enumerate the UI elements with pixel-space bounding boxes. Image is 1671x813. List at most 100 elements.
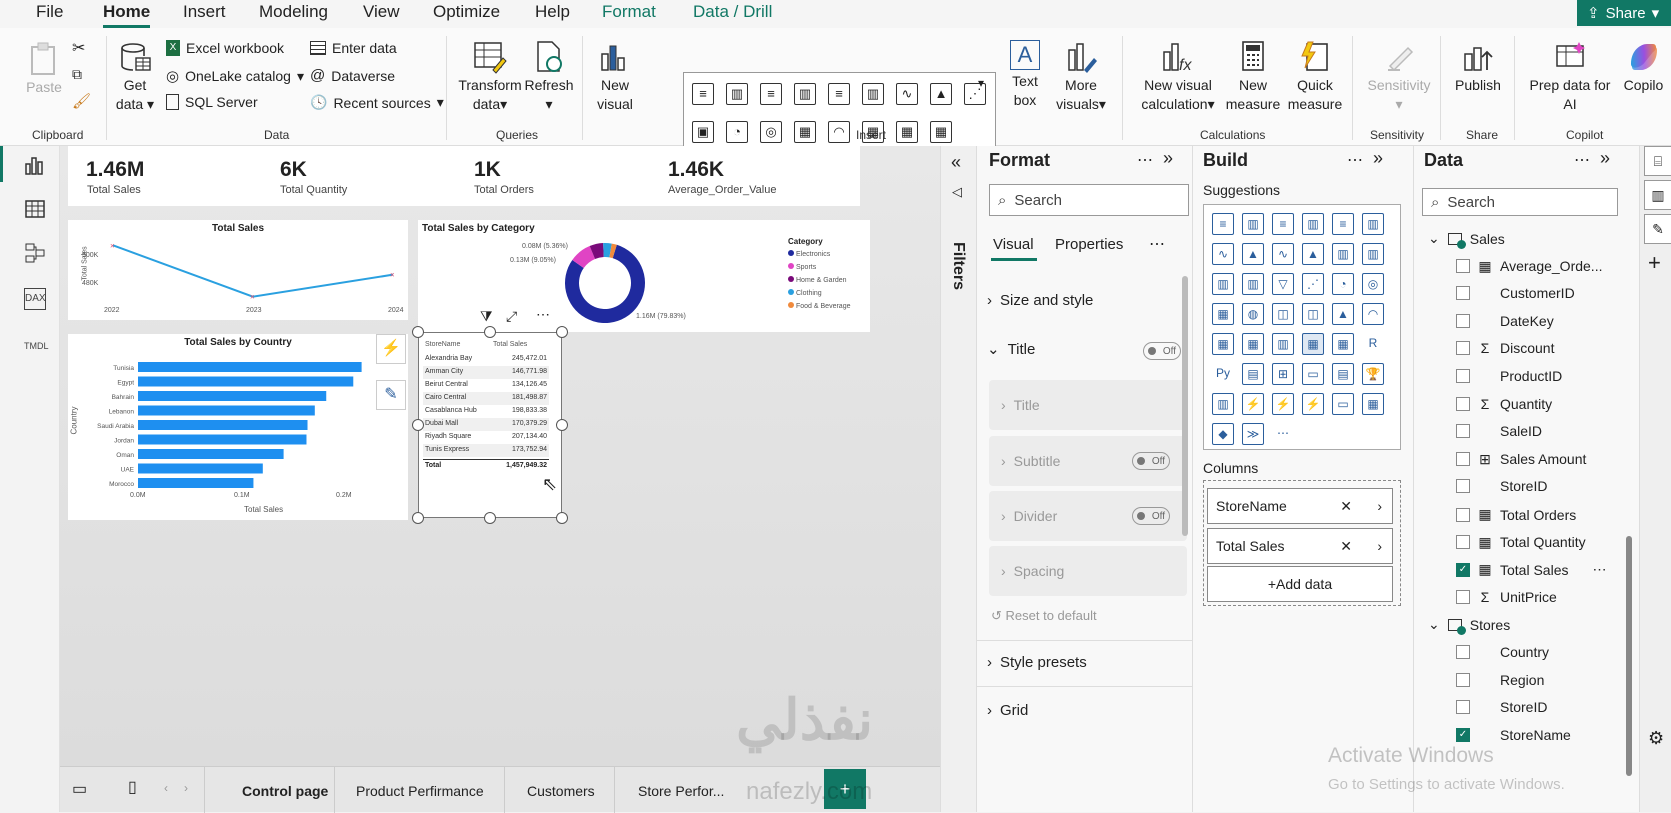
resize-handle[interactable]: [556, 419, 568, 431]
suggested-visual-icon[interactable]: ▥: [1362, 243, 1384, 265]
suggested-visual-icon[interactable]: ▥: [1212, 393, 1234, 415]
filter-icon[interactable]: ⧩: [480, 308, 493, 325]
table-row[interactable]: Cairo Central 181,498.87: [423, 392, 549, 405]
suggested-visual-icon[interactable]: ◔: [1332, 273, 1354, 295]
suggested-visual-icon[interactable]: ▦: [1212, 303, 1234, 325]
suggested-visual-icon[interactable]: ⋰: [1302, 273, 1324, 295]
legend-item[interactable]: Home & Garden: [788, 276, 850, 284]
bar[interactable]: [138, 391, 327, 401]
suggested-visual-icon[interactable]: ∿: [1212, 243, 1234, 265]
data-pane-icon[interactable]: ⌸: [1644, 146, 1671, 176]
quick-measure-button[interactable]: Quick measure: [1286, 40, 1344, 114]
visual-type-icon[interactable]: ▲: [930, 83, 952, 105]
data-table-sales[interactable]: ⌄ Sales: [1428, 230, 1505, 249]
tab-view[interactable]: View: [363, 2, 400, 22]
field-checkbox[interactable]: [1456, 589, 1470, 604]
resize-handle[interactable]: [412, 326, 424, 338]
bar[interactable]: [138, 420, 308, 430]
paste-button[interactable]: Paste: [24, 42, 64, 97]
suggested-visual-icon[interactable]: ≡: [1332, 213, 1354, 235]
tab-insert[interactable]: Insert: [183, 2, 226, 22]
more-options-icon[interactable]: ⋯: [1592, 561, 1606, 578]
field-item[interactable]: Σ Discount: [1456, 340, 1554, 356]
suggested-visual-icon[interactable]: ∿: [1272, 243, 1294, 265]
chevron-down-icon[interactable]: ▾: [978, 76, 984, 90]
desktop-layout-icon[interactable]: ▭: [72, 779, 87, 799]
suggested-visual-icon[interactable]: ▤: [1242, 363, 1264, 385]
grid-section[interactable]: › Grid: [987, 702, 1028, 719]
field-item[interactable]: Σ Quantity: [1456, 396, 1552, 412]
legend-item[interactable]: Clothing: [788, 289, 850, 297]
suggested-visual-icon[interactable]: ▲: [1242, 243, 1264, 265]
add-pane-icon[interactable]: +: [1648, 250, 1661, 276]
field-item[interactable]: CustomerID: [1456, 285, 1575, 301]
visual-gallery[interactable]: ≡ ▥ ≡ ▥ ≡ ▥ ∿ ▲ ⋰ ▣ ◔ ◎ ▦ ◠ ▦ ▦ ▦: [683, 72, 996, 150]
field-item[interactable]: SaleID: [1456, 423, 1542, 439]
enter-data-button[interactable]: Enter data: [310, 40, 397, 56]
dataverse-button[interactable]: @ Dataverse: [310, 67, 395, 84]
line-chart-visual[interactable]: Total Sales Total Sales 500K 480K × × × 20…: [68, 220, 408, 320]
format-brush-icon[interactable]: ✎: [376, 380, 406, 410]
field-checkbox[interactable]: [1456, 479, 1470, 494]
field-checkbox[interactable]: [1456, 396, 1470, 411]
field-item[interactable]: Country: [1456, 644, 1549, 660]
more-options-icon[interactable]: ⋯: [1149, 234, 1165, 254]
page-tab-control-page[interactable]: Control page: [242, 783, 328, 799]
legend-item[interactable]: Electronics: [788, 250, 850, 258]
bar[interactable]: [138, 463, 263, 474]
excel-workbook-button[interactable]: X Excel workbook: [166, 40, 284, 56]
page-tab-product-performance[interactable]: Product Perfirmance: [356, 783, 484, 799]
new-visual-button[interactable]: New visual: [594, 40, 636, 114]
suggested-visual-icon[interactable]: ⚡: [1242, 393, 1264, 415]
style-presets-section[interactable]: › Style presets: [987, 654, 1087, 671]
expand-icon[interactable]: «: [951, 152, 961, 173]
suggested-visual-icon[interactable]: ▤: [1332, 363, 1354, 385]
data-table-stores[interactable]: ⌄ Stores: [1428, 616, 1510, 635]
table-visual[interactable]: StoreName Total Sales Alexandria Bay 245,…: [418, 332, 562, 518]
page-tab-store-performance[interactable]: Store Perfor...: [638, 783, 724, 799]
table-header[interactable]: Total Sales: [493, 341, 527, 348]
field-checkbox[interactable]: ✓: [1456, 727, 1470, 742]
more-options-icon[interactable]: ⋯: [1347, 150, 1363, 170]
table-row[interactable]: Casablanca Hub 198,833.38: [423, 405, 549, 418]
more-options-icon[interactable]: ⋯: [1574, 150, 1590, 170]
bar[interactable]: [138, 405, 315, 416]
suggested-visual-icon[interactable]: ⚡: [1302, 393, 1324, 415]
remove-icon[interactable]: ✕: [1340, 498, 1352, 515]
visual-type-icon[interactable]: ▦: [794, 121, 816, 143]
suggested-visual-icon[interactable]: ▥: [1242, 273, 1264, 295]
table-row[interactable]: Dubai Mall 170,379.29: [423, 418, 549, 431]
collapse-icon[interactable]: »: [1600, 148, 1610, 169]
visual-type-icon[interactable]: ≡: [760, 83, 782, 105]
resize-handle[interactable]: [484, 512, 496, 524]
suggested-visual-icon[interactable]: ◆: [1212, 423, 1234, 445]
collapse-icon[interactable]: »: [1373, 148, 1383, 169]
report-view-icon[interactable]: [24, 154, 46, 176]
suggested-visual-icon[interactable]: ▥: [1212, 273, 1234, 295]
tab-modeling[interactable]: Modeling: [259, 2, 328, 22]
legend-item[interactable]: Sports: [788, 263, 850, 271]
copy-icon[interactable]: ⧉: [72, 66, 82, 83]
suggested-visual-icon[interactable]: ▭: [1332, 393, 1354, 415]
field-checkbox[interactable]: [1456, 313, 1470, 328]
suggested-visual-icon[interactable]: ▦: [1212, 333, 1234, 355]
suggested-visual-icon[interactable]: ≡: [1272, 213, 1294, 235]
suggested-visual-icon[interactable]: ▲: [1332, 303, 1354, 325]
refresh-button[interactable]: Refresh ▾: [524, 40, 574, 114]
cut-icon[interactable]: ✂: [72, 38, 85, 58]
suggested-visual-icon[interactable]: ◎: [1362, 273, 1384, 295]
scroll-left-icon[interactable]: ‹: [164, 781, 168, 795]
bar[interactable]: [138, 362, 362, 372]
tmdl-view-icon[interactable]: TMDL: [24, 336, 49, 358]
visual-type-icon[interactable]: ▥: [862, 83, 884, 105]
mobile-layout-icon[interactable]: ▯: [128, 777, 137, 797]
visual-type-icon[interactable]: ◎: [760, 121, 782, 143]
visual-type-icon[interactable]: ▥: [794, 83, 816, 105]
suggested-visual-icon[interactable]: ▦: [1302, 333, 1324, 355]
line-point[interactable]: ×: [390, 271, 395, 280]
table-row[interactable]: Tunis Express 173,752.94: [423, 444, 549, 457]
field-item[interactable]: ProductID: [1456, 368, 1562, 384]
line-point[interactable]: ×: [110, 241, 115, 250]
insight-visual-icon[interactable]: ⚡: [376, 334, 406, 364]
collapse-icon[interactable]: »: [1163, 148, 1173, 169]
